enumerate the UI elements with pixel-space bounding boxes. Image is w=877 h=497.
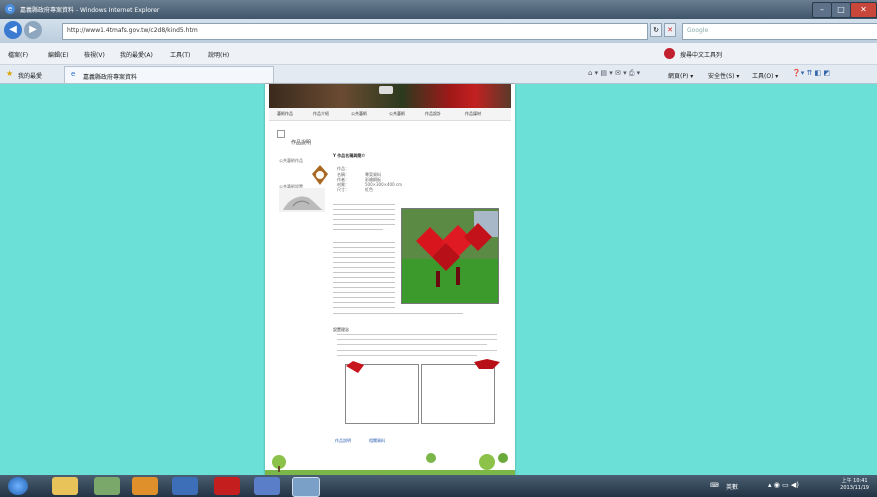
tab-title: 嘉義縣政府專案資料: [83, 74, 138, 81]
menu-tools[interactable]: 工具(T): [170, 50, 190, 59]
page-nav: 藝術作品 作品介紹 公共藝術 公共藝術 作品設計 作品媒材: [269, 108, 511, 121]
red-model-2: [473, 358, 501, 370]
paint-icon[interactable]: [94, 477, 120, 495]
statue-thumbnail[interactable]: [279, 188, 325, 212]
red-model-1: [345, 360, 365, 374]
maximize-button[interactable]: □: [831, 2, 851, 18]
window-title: 嘉義縣政府專案資料 - Windows Internet Explorer: [20, 7, 160, 14]
stop-icon[interactable]: ✕: [664, 23, 676, 37]
calendar-icon[interactable]: [254, 477, 280, 495]
back-button[interactable]: ◀: [4, 21, 22, 39]
meta-label-0: 作品：: [337, 166, 349, 171]
forward-button[interactable]: ▶: [24, 21, 42, 39]
safety-menu[interactable]: 安全性(S) ▾: [708, 71, 739, 80]
favorites-button[interactable]: 我的最愛: [18, 71, 42, 80]
menu-help[interactable]: 說明(H): [208, 50, 229, 59]
menu-view[interactable]: 檢視(V): [84, 50, 105, 59]
nav-tab-5[interactable]: 作品設計: [425, 111, 441, 117]
help-icon[interactable]: ❓▾ ⇈ ◧ ◩: [792, 69, 830, 77]
pdf-icon[interactable]: [214, 477, 240, 495]
section2-heading: 設置理念: [333, 327, 349, 332]
input-language[interactable]: 英數: [726, 482, 738, 491]
title-bar: e 嘉義縣政府專案資料 - Windows Internet Explorer …: [0, 0, 877, 19]
nav-tab-3[interactable]: 公共藝術: [351, 111, 367, 117]
clock-date: 2013/11/19: [840, 485, 869, 491]
browser-tab[interactable]: e 嘉義縣政府專案資料: [64, 66, 274, 83]
nav-tab-1[interactable]: 藝術作品: [277, 111, 293, 117]
menu-edit[interactable]: 編輯(E): [48, 50, 68, 59]
nav-tab-4[interactable]: 公共藝術: [389, 111, 405, 117]
clock-time: 上午 10:41: [841, 478, 868, 484]
nav-tab-2[interactable]: 作品介紹: [313, 111, 329, 117]
explorer-icon[interactable]: [52, 477, 78, 495]
menu-favorites[interactable]: 我的最愛(A): [120, 50, 153, 59]
tray-icons[interactable]: ▴ ◉ ▭ ◀): [768, 481, 799, 489]
taskbar: ⌨ 英數 ▴ ◉ ▭ ◀) 上午 10:41 2013/11/19: [0, 475, 877, 497]
menu-file[interactable]: 檔案(F): [8, 50, 28, 59]
page-footer-decoration: [265, 448, 515, 475]
minimize-button[interactable]: –: [812, 2, 832, 18]
favorites-bar: ★ 我的最愛 e 嘉義縣政府專案資料 ⌂ ▾ ▤ ▾ ✉ ▾ ⎙ ▾ 網頁(P)…: [0, 65, 877, 84]
meta-value-4: 紅色: [365, 187, 373, 192]
article-title: Y 作品名稱與簡介: [333, 153, 366, 158]
toolbar-logo-icon: [664, 48, 675, 59]
design-box-2[interactable]: [421, 364, 495, 424]
start-button[interactable]: [8, 477, 28, 495]
sculpture-photo[interactable]: [401, 208, 499, 304]
url-input[interactable]: http://www1.4tmafs.gov.tw/c2d8/kind5.htm: [62, 23, 648, 40]
media-icon[interactable]: [132, 477, 158, 495]
meta-label-4: 尺寸：: [337, 187, 349, 192]
side-heading: 作品說明: [291, 140, 312, 146]
side-label-1[interactable]: 公共藝術作品: [279, 158, 339, 163]
banner-deco: [379, 86, 393, 94]
close-button[interactable]: ✕: [850, 2, 877, 18]
address-bar: ◀ ▶ http://www1.4tmafs.gov.tw/c2d8/kind5…: [0, 19, 877, 43]
keyboard-icon[interactable]: ⌨: [710, 482, 719, 489]
nav-tab-6[interactable]: 作品媒材: [465, 111, 481, 117]
word-icon[interactable]: [172, 477, 198, 495]
sculpture-thumbnail[interactable]: [311, 164, 329, 186]
clock[interactable]: 上午 10:41 2013/11/19: [840, 478, 869, 492]
search-input[interactable]: Google: [682, 23, 877, 40]
menu-bar: 檔案(F) 編輯(E) 檢視(V) 我的最愛(A) 工具(T) 說明(H) 搜尋…: [0, 43, 877, 65]
ie-logo-icon: e: [5, 4, 15, 14]
home-icon[interactable]: ⌂ ▾ ▤ ▾ ✉ ▾ ⎙ ▾: [588, 69, 640, 78]
sidebar-icon: [277, 130, 285, 138]
web-page: 藝術作品 作品介紹 公共藝術 公共藝術 作品設計 作品媒材 作品說明 公共藝術作…: [265, 84, 515, 475]
tab-page-icon: e: [71, 70, 76, 78]
page-banner: [269, 84, 511, 108]
page-menu[interactable]: 網頁(P) ▾: [668, 71, 693, 80]
link-1[interactable]: 作品說明: [335, 438, 351, 444]
ie-taskbar-icon[interactable]: [292, 477, 320, 497]
toolbar-label[interactable]: 搜尋中文工具列: [680, 50, 722, 59]
refresh-icon[interactable]: ↻: [650, 23, 662, 37]
star-icon: ★: [6, 69, 14, 78]
tools-menu[interactable]: 工具(O) ▾: [752, 71, 778, 80]
link-2[interactable]: 相關資料: [369, 438, 385, 444]
